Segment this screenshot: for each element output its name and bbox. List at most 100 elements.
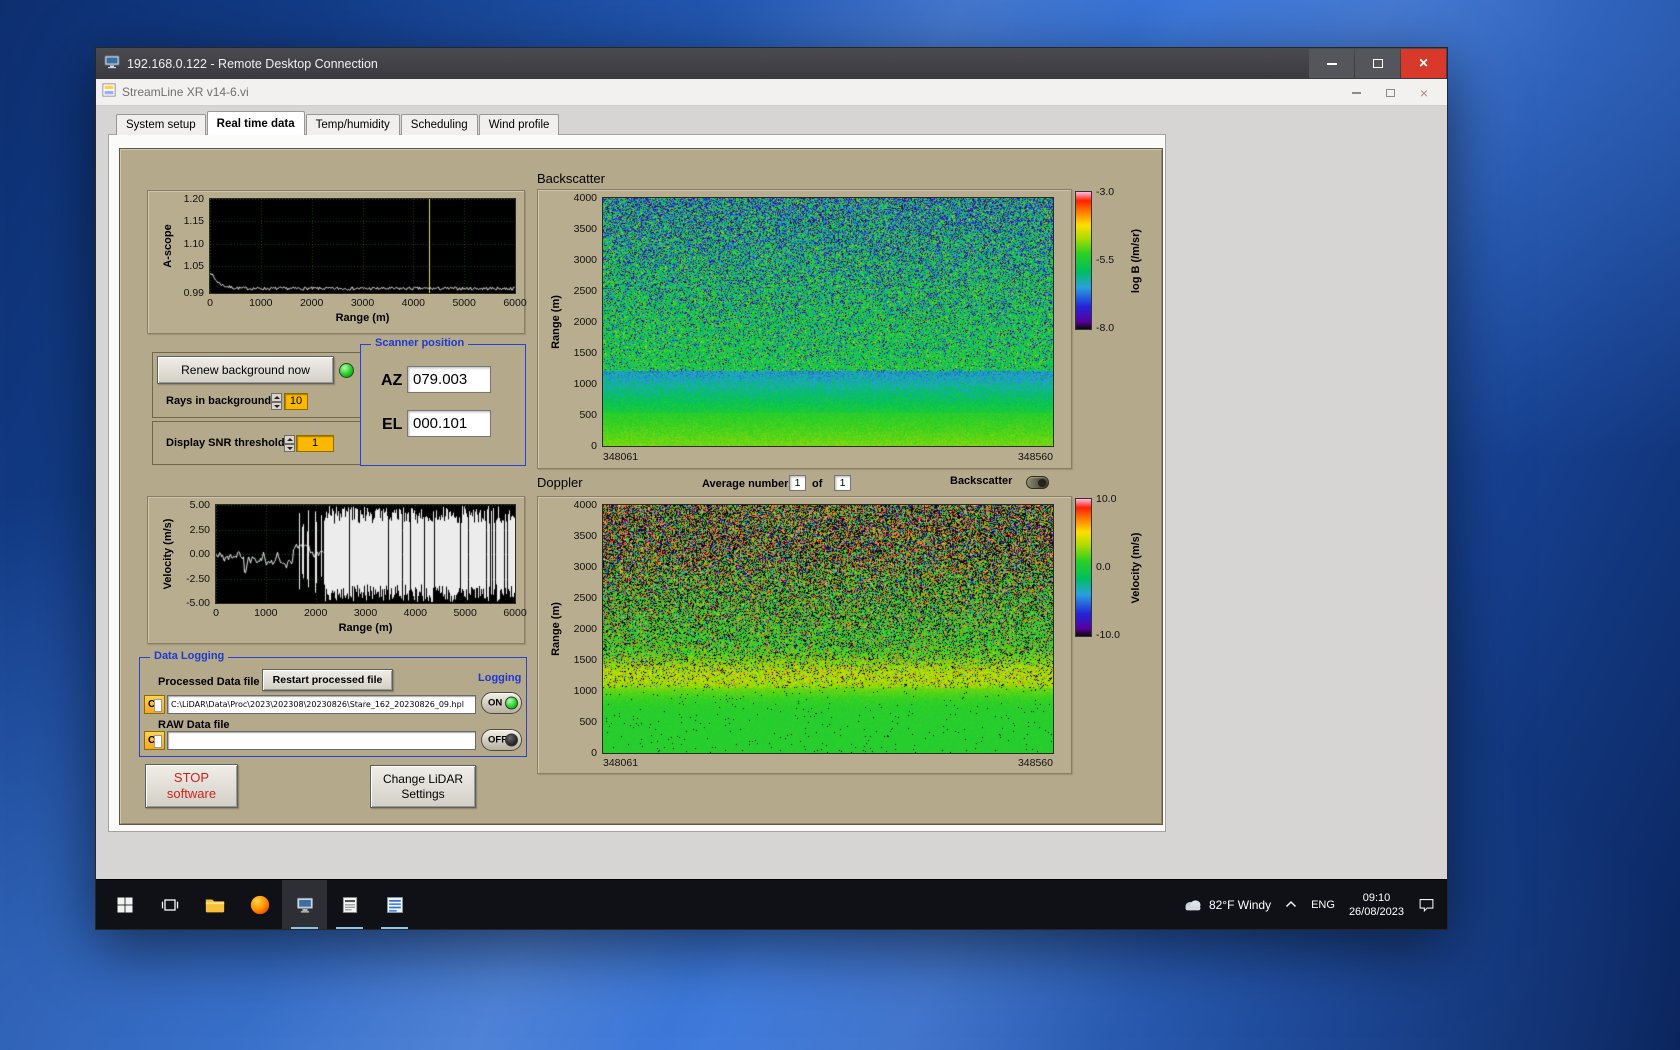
restart-processed-file-button[interactable]: Restart processed file bbox=[262, 669, 393, 691]
clock-date: 26/08/2023 bbox=[1348, 905, 1404, 918]
tick-label: 5000 bbox=[452, 297, 476, 309]
tick-label: -3.0 bbox=[1096, 186, 1115, 198]
tick-label: 0 bbox=[591, 747, 597, 759]
tick-label: 2000 bbox=[299, 297, 324, 309]
tick-label: 0 bbox=[213, 607, 219, 619]
tab-bar: System setup Real time data Temp/humidit… bbox=[116, 111, 560, 135]
average-total-field[interactable]: 1 bbox=[834, 475, 851, 491]
tick-label: 2000 bbox=[573, 316, 597, 328]
doppler-heatmap-canvas bbox=[602, 504, 1054, 754]
streamline-app-button[interactable] bbox=[282, 880, 327, 929]
tick-label: -10.0 bbox=[1096, 629, 1120, 641]
app-minimize-button[interactable] bbox=[1339, 79, 1373, 106]
raw-drive-button[interactable]: C bbox=[144, 731, 165, 750]
scan-scheduler-button[interactable] bbox=[327, 880, 372, 929]
front-panel-page: A-scope Range (m) 1.20 1.15 1.10 1.05 0.99 0 1… bbox=[108, 134, 1166, 832]
weather-widget[interactable]: 82°F Windy bbox=[1183, 897, 1271, 912]
stop-software-button[interactable]: STOP software bbox=[145, 764, 238, 808]
task-view-button[interactable] bbox=[147, 880, 192, 929]
app-titlebar[interactable]: StreamLine XR v14-6.vi × bbox=[96, 79, 1447, 106]
tick-label: 500 bbox=[579, 716, 597, 728]
change-button-line1: Change LiDAR bbox=[382, 771, 464, 786]
action-center-icon[interactable] bbox=[1418, 896, 1435, 913]
close-icon: × bbox=[1419, 84, 1429, 101]
taskbar-left bbox=[96, 880, 417, 929]
az-label: AZ bbox=[381, 372, 403, 389]
rdp-minimize-button[interactable] bbox=[1309, 49, 1354, 78]
backscatter-toggle-label: Backscatter bbox=[950, 475, 1013, 487]
backscatter-toggle[interactable] bbox=[1026, 476, 1049, 489]
spinner-up-icon[interactable] bbox=[284, 435, 295, 444]
start-button[interactable] bbox=[102, 880, 147, 929]
restart-button-label: Restart processed file bbox=[272, 674, 383, 686]
logging-off-toggle[interactable]: OFF bbox=[481, 729, 522, 751]
rays-in-background-label: Rays in background bbox=[166, 395, 272, 407]
taskbar-clock[interactable]: 09:10 26/08/2023 bbox=[1349, 891, 1404, 919]
average-number-label: Average number bbox=[702, 478, 789, 490]
velocity-plot-canvas bbox=[215, 504, 516, 604]
tab-system-setup[interactable]: System setup bbox=[116, 114, 206, 135]
tab-wind-profile[interactable]: Wind profile bbox=[478, 114, 560, 135]
app-restore-button[interactable] bbox=[1373, 79, 1407, 106]
rdp-maximize-button[interactable] bbox=[1355, 49, 1400, 78]
doppler-graph: Range (m) 348061 348560 4000 3500 3000 2500… bbox=[537, 496, 1072, 774]
az-value-field[interactable]: 079.003 bbox=[407, 366, 491, 393]
raw-path-field[interactable] bbox=[167, 731, 476, 750]
processed-path-field[interactable]: C:\LiDAR\Data\Proc\2023\202308\20230826\… bbox=[167, 695, 476, 714]
minimize-icon bbox=[1326, 62, 1337, 65]
tick-label: 1.20 bbox=[183, 193, 204, 205]
spinner-down-icon[interactable] bbox=[284, 443, 295, 452]
app-close-button[interactable]: × bbox=[1407, 79, 1441, 106]
data-logging-group: Data Logging Processed Data file Restart… bbox=[139, 650, 527, 757]
rdp-close-button[interactable]: × bbox=[1401, 49, 1446, 78]
tick-label: 1500 bbox=[573, 654, 597, 666]
snr-threshold-label: Display SNR threshold bbox=[166, 437, 285, 449]
processed-data-file-label: Processed Data file bbox=[158, 676, 260, 688]
tick-label: 1000 bbox=[254, 607, 278, 619]
backscatter-colorbar: log B (/m/sr) -3.0 -5.5 -8.0 bbox=[1074, 186, 1164, 342]
logging-on-toggle[interactable]: ON bbox=[481, 692, 522, 714]
background-status-led bbox=[339, 363, 354, 378]
of-label: of bbox=[812, 478, 823, 490]
snr-spinner[interactable] bbox=[284, 435, 295, 452]
change-lidar-settings-button[interactable]: Change LiDAR Settings bbox=[370, 765, 476, 808]
tick-label: 0.00 bbox=[189, 548, 210, 560]
logging-label: Logging bbox=[478, 672, 522, 684]
tab-real-time-data[interactable]: Real time data bbox=[206, 111, 305, 135]
tick-label: 3500 bbox=[573, 530, 597, 542]
tick-label: 500 bbox=[579, 409, 597, 421]
average-number-field[interactable]: 1 bbox=[789, 475, 806, 491]
stop-button-line2: software bbox=[166, 786, 217, 801]
tray-chevron-up-icon[interactable] bbox=[1285, 900, 1297, 909]
rdp-titlebar[interactable]: 192.168.0.122 - Remote Desktop Connectio… bbox=[96, 48, 1447, 79]
el-value-field[interactable]: 000.101 bbox=[407, 410, 491, 437]
backscatter-section-title: Backscatter bbox=[537, 171, 605, 186]
tab-scheduling[interactable]: Scheduling bbox=[400, 114, 478, 135]
list-app-button[interactable] bbox=[372, 880, 417, 929]
spinner-up-icon[interactable] bbox=[271, 393, 282, 402]
tick-label: 1.10 bbox=[183, 237, 204, 250]
processed-drive-button[interactable]: C bbox=[144, 695, 165, 714]
tick-label: 3000 bbox=[350, 297, 375, 309]
rays-value-field[interactable]: 10 bbox=[284, 393, 308, 410]
taskbar: 82°F Windy ENG 09:10 26/08/2023 bbox=[96, 879, 1447, 929]
firefox-button[interactable] bbox=[237, 880, 282, 929]
backscatter-x-start-tick: 348061 bbox=[603, 451, 639, 463]
language-indicator[interactable]: ENG bbox=[1311, 899, 1335, 911]
renew-background-button[interactable]: Renew background now bbox=[157, 356, 334, 384]
snr-value-field[interactable]: 1 bbox=[296, 435, 334, 452]
remote-app-icon bbox=[296, 897, 313, 912]
backscatter-colorbar-canvas bbox=[1075, 191, 1092, 330]
tick-label: 3500 bbox=[573, 223, 597, 235]
tick-label: 1000 bbox=[249, 297, 273, 309]
file-explorer-button[interactable] bbox=[192, 880, 237, 929]
tick-label: 0 bbox=[591, 440, 597, 452]
spinner-down-icon[interactable] bbox=[271, 401, 282, 410]
tick-label: 10.0 bbox=[1096, 493, 1117, 505]
task-view-icon bbox=[161, 898, 178, 911]
scan-scheduler-icon bbox=[342, 896, 357, 913]
weather-text: 82°F Windy bbox=[1208, 897, 1272, 912]
clock-time: 09:10 bbox=[1362, 891, 1391, 904]
tab-temp-humidity[interactable]: Temp/humidity bbox=[305, 114, 400, 135]
rays-spinner[interactable] bbox=[271, 393, 282, 410]
